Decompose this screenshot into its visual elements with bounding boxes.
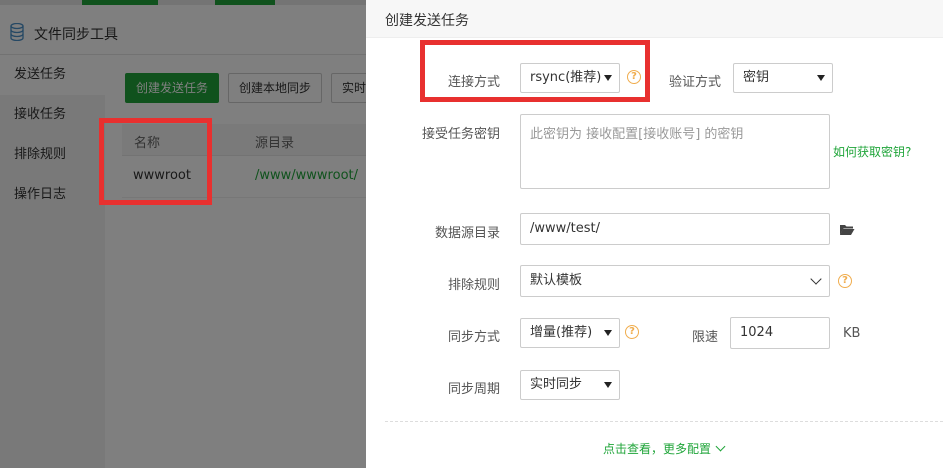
caret-down-icon	[817, 75, 825, 81]
sync-mode-select[interactable]: 增量(推荐)	[520, 318, 620, 348]
help-icon[interactable]: ?	[838, 274, 852, 288]
more-config-toggle[interactable]: 点击查看，更多配置	[603, 440, 726, 457]
speed-limit-unit: KB	[843, 326, 861, 341]
section-divider	[385, 421, 943, 422]
auth-method-label: 验证方式	[668, 75, 721, 90]
speed-limit-input[interactable]: 1024	[730, 317, 830, 349]
sync-mode-value: 增量(推荐)	[530, 325, 593, 340]
drawer-header: 创建发送任务	[366, 0, 943, 38]
sync-period-select[interactable]: 实时同步	[520, 370, 620, 400]
auth-method-value: 密钥	[743, 70, 770, 85]
sync-period-value: 实时同步	[530, 377, 583, 392]
exclude-rules-select[interactable]: 默认模板	[520, 265, 830, 297]
folder-open-icon[interactable]	[839, 224, 855, 236]
screen: 文件同步工具 发送任务 接收任务 排除规则 操作日志 创建发送任务 创建本地同步…	[0, 0, 943, 468]
caret-down-icon	[604, 382, 612, 388]
source-dir-label: 数据源目录	[434, 226, 500, 241]
auth-method-select[interactable]: 密钥	[733, 63, 833, 93]
sync-mode-label: 同步方式	[447, 330, 500, 345]
drawer-title: 创建发送任务	[385, 13, 469, 29]
receive-task-key-textarea[interactable]: 此密钥为 接收配置[接收账号] 的密钥	[520, 114, 830, 189]
how-to-get-key-link[interactable]: 如何获取密钥?	[833, 143, 911, 160]
annotation-box-name-column	[99, 118, 212, 205]
more-config-label: 点击查看，更多配置	[603, 442, 712, 456]
speed-limit-label: 限速	[691, 330, 718, 345]
help-icon[interactable]: ?	[625, 325, 639, 339]
source-dir-input[interactable]: /www/test/	[520, 213, 830, 245]
exclude-rules-value: 默认模板	[530, 273, 583, 288]
caret-down-icon	[604, 330, 612, 336]
chevron-down-icon	[810, 273, 822, 285]
sync-period-label: 同步周期	[447, 382, 500, 397]
annotation-box-connection-method	[420, 40, 650, 102]
chevron-down-icon	[715, 441, 726, 452]
exclude-rules-label: 排除规则	[447, 278, 500, 293]
receive-task-key-label: 接受任务密钥	[421, 127, 500, 142]
